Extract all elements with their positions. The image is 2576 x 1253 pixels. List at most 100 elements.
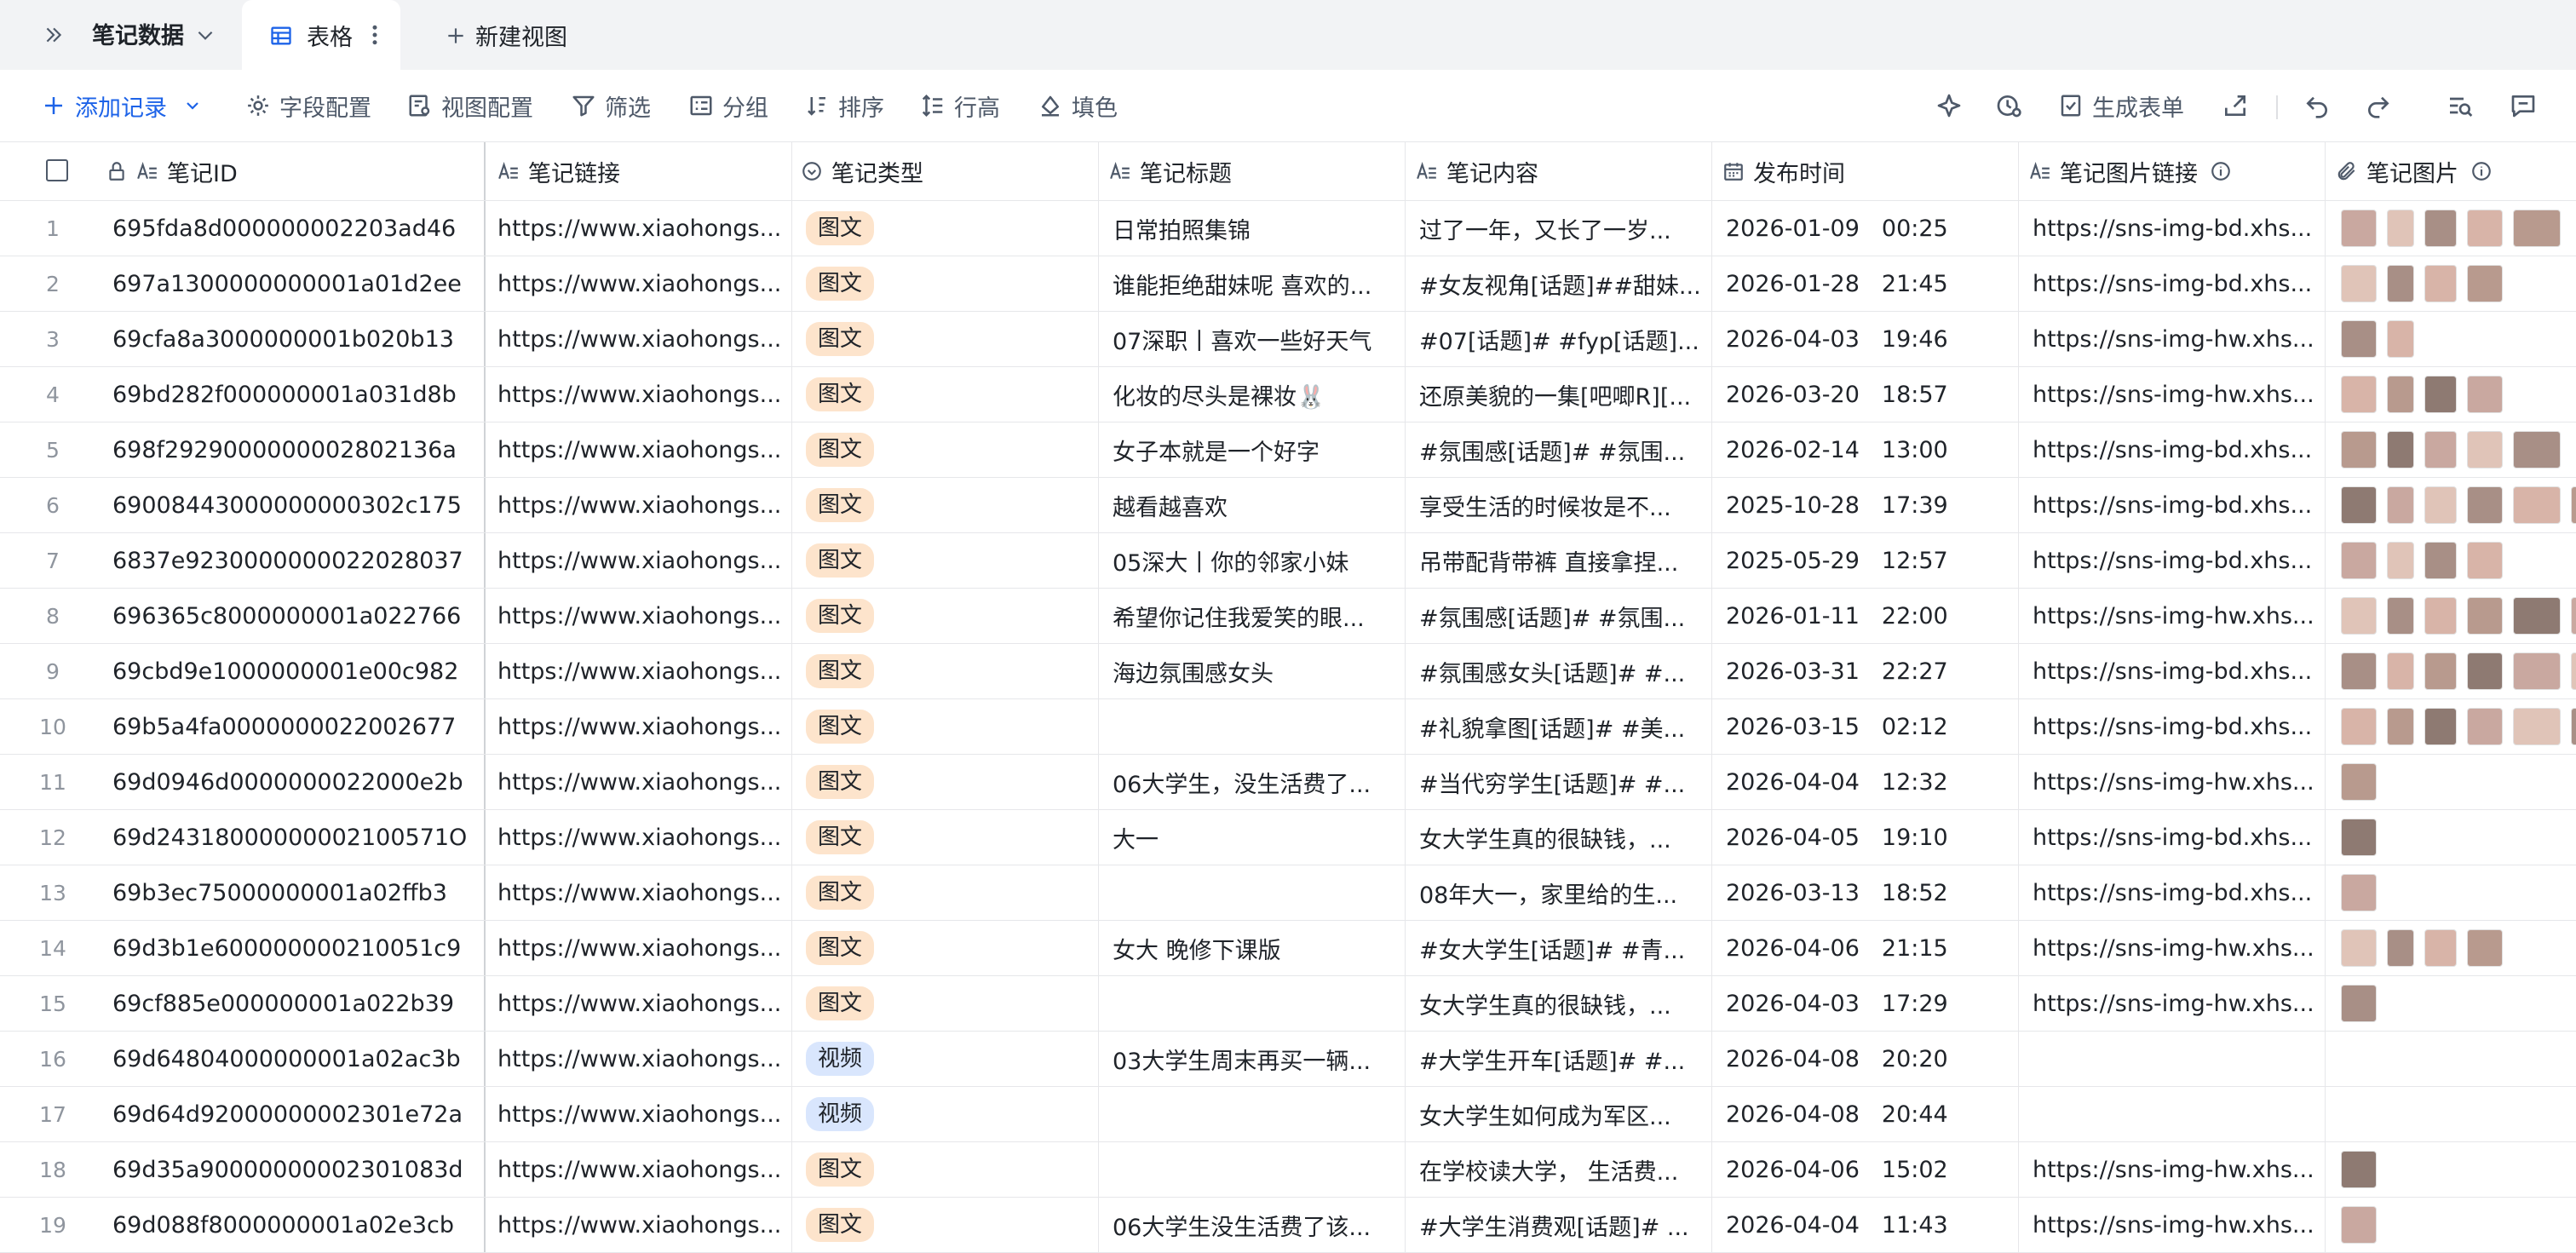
cell-note-type[interactable]: 图文 [792, 589, 1099, 643]
column-header-image-link[interactable]: 笔记图片链接 [2019, 142, 2326, 200]
search-records-icon[interactable] [2443, 89, 2477, 123]
image-thumbnail[interactable] [2341, 542, 2377, 579]
cell-images[interactable] [2326, 921, 2576, 975]
cell-note-link[interactable]: https://www.xiaohongs... [486, 478, 792, 532]
field-config-button[interactable]: 字段配置 [245, 89, 371, 123]
add-record-button[interactable]: 添加记录 [41, 89, 203, 123]
image-thumbnail[interactable] [2387, 376, 2414, 413]
image-thumbnail[interactable] [2424, 652, 2457, 690]
table-row[interactable]: 1 695fda8d000000002203ad46 https://www.x… [0, 201, 2576, 256]
cell-images[interactable] [2326, 1142, 2576, 1197]
cell-images[interactable] [2326, 1032, 2576, 1086]
cell-note-id[interactable]: 69d0946d0000000022000e2b [106, 755, 486, 809]
cell-note-link[interactable]: https://www.xiaohongs... [486, 810, 792, 865]
cell-image-link[interactable]: https://sns-img-bd.xhs... [2019, 478, 2326, 532]
cell-image-link[interactable]: https://sns-img-bd.xhs... [2019, 644, 2326, 698]
cell-note-content[interactable]: #礼貌拿图[话题]# #美... [1406, 699, 1712, 754]
cell-publish-time[interactable]: 2026-04-03 17:29 [1712, 976, 2019, 1031]
table-row[interactable]: 7 6837e9230000000022028037 https://www.x… [0, 533, 2576, 589]
cell-image-link[interactable]: https://sns-img-hw.xhs... [2019, 1142, 2326, 1197]
more-vertical-icon[interactable] [368, 22, 382, 48]
image-thumbnail[interactable] [2341, 652, 2377, 690]
image-thumbnail[interactable] [2467, 542, 2503, 579]
cell-note-content[interactable]: #大学生开车[话题]# #... [1406, 1032, 1712, 1086]
table-row[interactable]: 16 69d64804000000001a02ac3b https://www.… [0, 1032, 2576, 1087]
tab-grid-view[interactable]: 表格 [242, 0, 400, 70]
cell-note-content[interactable]: 在学校读大学， 生活费... [1406, 1142, 1712, 1197]
cell-image-link[interactable]: https://sns-img-bd.xhs... [2019, 865, 2326, 920]
image-thumbnail[interactable] [2424, 431, 2457, 468]
column-header-publish-time[interactable]: 发布时间 [1712, 142, 2019, 200]
cell-note-type[interactable]: 图文 [792, 478, 1099, 532]
cell-note-title[interactable]: 希望你记住我爱笑的眼... [1099, 589, 1406, 643]
table-row[interactable]: 15 69cf885e000000001a022b39 https://www.… [0, 976, 2576, 1032]
image-thumbnail[interactable] [2341, 431, 2377, 468]
cell-note-link[interactable]: https://www.xiaohongs... [486, 367, 792, 422]
cell-note-title[interactable]: 05深大丨你的邻家小妹 [1099, 533, 1406, 588]
chevron-down-icon[interactable] [182, 95, 203, 116]
ai-sparkle-icon[interactable] [1932, 89, 1966, 123]
cell-note-content[interactable]: 08年大一，家里给的生... [1406, 865, 1712, 920]
cell-note-link[interactable]: https://www.xiaohongs... [486, 1142, 792, 1197]
redo-icon[interactable] [2361, 89, 2395, 123]
image-thumbnail[interactable] [2341, 874, 2377, 911]
cell-publish-time[interactable]: 2026-04-08 20:20 [1712, 1032, 2019, 1086]
image-thumbnail[interactable] [2571, 708, 2576, 745]
cell-note-title[interactable]: 女大 晚修下课版 [1099, 921, 1406, 975]
cell-publish-time[interactable]: 2026-04-03 19:46 [1712, 312, 2019, 366]
cell-note-link[interactable]: https://www.xiaohongs... [486, 644, 792, 698]
image-thumbnail[interactable] [2467, 486, 2503, 524]
cell-note-type[interactable]: 图文 [792, 699, 1099, 754]
table-name[interactable]: 笔记数据 [92, 17, 184, 50]
image-thumbnail[interactable] [2424, 376, 2457, 413]
cell-note-title[interactable]: 谁能拒绝甜妹呢 喜欢的... [1099, 256, 1406, 311]
image-thumbnail[interactable] [2387, 652, 2414, 690]
table-row[interactable]: 17 69d64d92000000002301e72a https://www.… [0, 1087, 2576, 1142]
cell-note-content[interactable]: #大学生消费观[话题]# ... [1406, 1198, 1712, 1252]
cell-note-id[interactable]: 69cfa8a3000000001b020b13 [106, 312, 486, 366]
info-icon[interactable] [2210, 160, 2232, 182]
fill-color-button[interactable]: 填色 [1038, 89, 1118, 123]
image-thumbnail[interactable] [2467, 929, 2503, 967]
cell-note-type[interactable]: 图文 [792, 312, 1099, 366]
cell-note-type[interactable]: 图文 [792, 533, 1099, 588]
cell-publish-time[interactable]: 2026-04-04 11:43 [1712, 1198, 2019, 1252]
cell-note-content[interactable]: 女大学生真的很缺钱，... [1406, 976, 1712, 1031]
cell-images[interactable] [2326, 533, 2576, 588]
cell-note-title[interactable]: 03大学生周末再买一辆... [1099, 1032, 1406, 1086]
cell-note-type[interactable]: 图文 [792, 810, 1099, 865]
column-header-note-title[interactable]: 笔记标题 [1099, 142, 1406, 200]
cell-note-id[interactable]: 69d35a90000000002301083d [106, 1142, 486, 1197]
cell-images[interactable] [2326, 478, 2576, 532]
chevron-down-icon[interactable] [194, 24, 216, 46]
cell-note-content[interactable]: 吊带配背带裤 直接拿捏... [1406, 533, 1712, 588]
cell-publish-time[interactable]: 2026-01-09 00:25 [1712, 201, 2019, 256]
cell-note-type[interactable]: 图文 [792, 865, 1099, 920]
cell-note-type[interactable]: 图文 [792, 256, 1099, 311]
table-row[interactable]: 2 697a1300000000001a01d2ee https://www.x… [0, 256, 2576, 312]
cell-note-id[interactable]: 69cf885e000000001a022b39 [106, 976, 486, 1031]
cell-note-id[interactable]: 69008443000000000302c175 [106, 478, 486, 532]
cell-images[interactable] [2326, 256, 2576, 311]
table-row[interactable]: 6 69008443000000000302c175 https://www.x… [0, 478, 2576, 533]
generate-form-button[interactable]: 生成表单 [2058, 89, 2184, 123]
image-thumbnail[interactable] [2387, 929, 2414, 967]
cell-note-link[interactable]: https://www.xiaohongs... [486, 1198, 792, 1252]
cell-note-title[interactable]: 06大学生，没生活费了... [1099, 755, 1406, 809]
cell-note-title[interactable] [1099, 865, 1406, 920]
cell-images[interactable] [2326, 810, 2576, 865]
cell-publish-time[interactable]: 2026-01-11 22:00 [1712, 589, 2019, 643]
cell-publish-time[interactable]: 2026-04-06 21:15 [1712, 921, 2019, 975]
image-thumbnail[interactable] [2467, 652, 2503, 690]
cell-note-link[interactable]: https://www.xiaohongs... [486, 1032, 792, 1086]
cell-note-id[interactable]: 69d088f8000000001a02e3cb [106, 1198, 486, 1252]
automation-clock-icon[interactable] [1992, 89, 2026, 123]
cell-note-id[interactable]: 69d64804000000001a02ac3b [106, 1032, 486, 1086]
image-thumbnail[interactable] [2341, 985, 2377, 1022]
cell-note-title[interactable] [1099, 1087, 1406, 1141]
image-thumbnail[interactable] [2467, 597, 2503, 635]
cell-publish-time[interactable]: 2026-01-28 21:45 [1712, 256, 2019, 311]
cell-note-title[interactable] [1099, 976, 1406, 1031]
cell-images[interactable] [2326, 755, 2576, 809]
cell-images[interactable] [2326, 976, 2576, 1031]
